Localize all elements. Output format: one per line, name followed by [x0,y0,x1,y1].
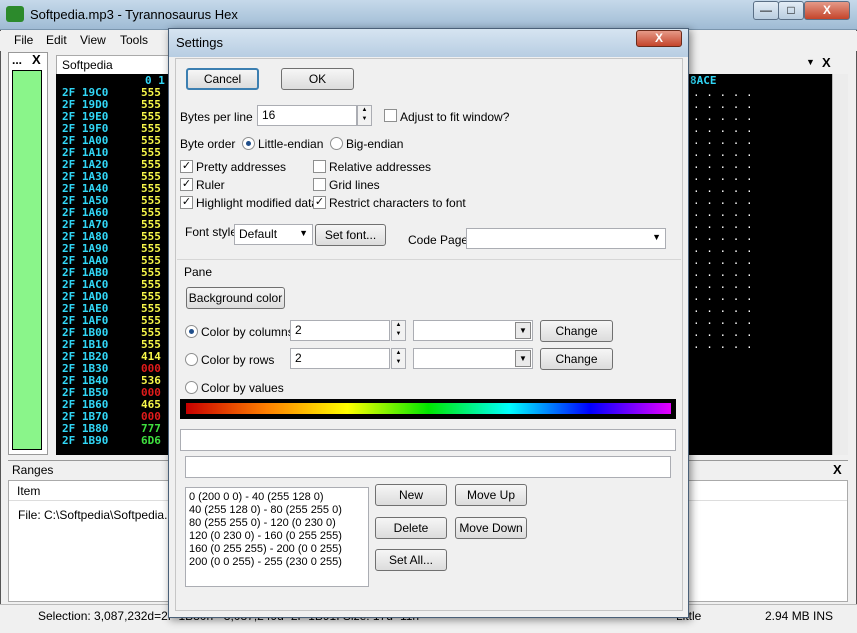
status-size: 2.94 MB INS [765,609,834,623]
app-icon [6,6,24,22]
restrict-chars-checkbox[interactable]: ✓ [313,196,326,209]
hex-bytes-column[interactable]: 555 555 555 555 555 555 555 555 555 555 555 555 555 5… [141,87,161,447]
dialog-title-bar[interactable] [169,29,688,57]
font-style-label: Font style [185,225,238,239]
background-color-button[interactable]: Background color [186,287,285,309]
move-down-button[interactable]: Move Down [455,517,527,539]
maximize-button[interactable]: □ [778,1,804,20]
color-by-values-label: Color by values [201,381,284,395]
value-bar-1[interactable] [180,429,676,451]
tab-close-icon[interactable]: X [822,55,831,70]
close-button[interactable]: X [804,1,850,20]
pretty-addresses-checkbox[interactable]: ✓ [180,160,193,173]
code-page-select[interactable]: ▼ [466,228,666,249]
color-gradient[interactable] [186,403,671,414]
pane-label: Pane [184,265,213,279]
chevron-down-icon: ▼ [515,322,531,339]
grid-lines-checkbox[interactable] [313,178,326,191]
window-title: Softpedia.mp3 - Tyrannosaurus Hex [30,7,238,22]
bytes-per-line-input[interactable]: 16 [257,105,357,126]
chevron-down-icon: ▼ [515,350,531,367]
ruler-label: Ruler [196,178,225,192]
color-ranges-list[interactable]: 0 (200 0 0) - 40 (255 128 0) 40 (255 128 … [185,487,369,587]
color-range-item[interactable]: 200 (0 0 255) - 255 (230 0 255) [189,556,365,569]
row-color-select[interactable]: ▼ [413,348,533,369]
address-row: 2F 1B90 [62,434,109,447]
dialog-close-button[interactable]: X [636,30,682,47]
color-by-rows-radio[interactable] [185,353,198,366]
adjust-checkbox[interactable] [384,109,397,122]
chevron-down-icon: ▼ [299,228,308,238]
ruler-checkbox[interactable]: ✓ [180,178,193,191]
adjust-label: Adjust to fit window? [400,110,510,124]
new-button[interactable]: New [375,484,447,506]
column-color-select[interactable]: ▼ [413,320,533,341]
value-bar-2[interactable] [185,456,671,478]
color-by-rows-input[interactable]: 2 [290,348,390,369]
menu-view[interactable]: View [80,33,106,47]
cancel-button[interactable]: Cancel [186,68,259,90]
ascii-row[interactable]: . . . . . [693,339,753,351]
big-endian-radio[interactable] [330,137,343,150]
color-by-columns-input[interactable]: 2 [290,320,390,341]
font-style-value: Default [239,227,278,241]
minimize-button[interactable]: — [753,1,779,20]
change-columns-button[interactable]: Change [540,320,613,342]
relative-addresses-checkbox[interactable] [313,160,326,173]
address-column: 2F 19C0 2F 19D0 2F 19E0 2F 19F0 2F 1A00 2F 1A… [62,87,108,447]
side-panel-close-icon[interactable]: X [32,52,41,67]
byte-order-label: Byte order [180,137,236,151]
menu-edit[interactable]: Edit [46,33,67,47]
ranges-row[interactable]: File: C:\Softpedia\Softpedia.m [18,508,177,522]
ranges-title: Ranges [12,463,54,477]
ok-button[interactable]: OK [281,68,354,90]
color-by-columns-label: Color by columns [201,325,294,339]
position-bar[interactable] [12,70,42,450]
color-by-columns-radio[interactable] [185,325,198,338]
color-range-item[interactable]: 120 (0 230 0) - 160 (0 255 255) [189,530,365,543]
color-by-rows-spinner[interactable]: ▲ ▼ [391,348,406,369]
set-font-button[interactable]: Set font... [315,224,386,246]
relative-addresses-label: Relative addresses [329,160,432,174]
little-endian-label: Little-endian [258,137,324,151]
divider [177,259,681,260]
font-style-select[interactable]: Default ▼ [234,224,313,245]
change-rows-button[interactable]: Change [540,348,613,370]
code-page-label: Code Page [408,233,469,247]
set-all-button[interactable]: Set All... [375,549,447,571]
big-endian-label: Big-endian [346,137,404,151]
move-up-button[interactable]: Move Up [455,484,527,506]
tab-menu-icon[interactable]: ▼ [806,57,815,67]
pretty-addresses-label: Pretty addresses [196,160,287,174]
highlight-modified-label: Highlight modified data [196,196,319,210]
color-by-rows-label: Color by rows [201,353,275,367]
dialog-title: Settings [176,35,223,50]
color-by-values-radio[interactable] [185,381,198,394]
highlight-modified-checkbox[interactable]: ✓ [180,196,193,209]
file-tab[interactable]: Softpedia beep.mp3 [56,55,170,86]
menu-tools[interactable]: Tools [120,33,148,47]
side-panel-label: ... [12,53,23,67]
little-endian-radio[interactable] [242,137,255,150]
color-by-columns-spinner[interactable]: ▲ ▼ [391,320,406,341]
color-range-item[interactable]: 80 (255 255 0) - 120 (0 230 0) [189,517,365,530]
delete-button[interactable]: Delete [375,517,447,539]
restrict-chars-label: Restrict characters to font [329,196,466,210]
color-range-item[interactable]: 160 (0 255 255) - 200 (0 0 255) [189,543,365,556]
bytes-per-line-spinner[interactable]: ▲ ▼ [357,105,372,126]
hex-byte-row[interactable]: 6D6 [141,435,161,447]
chevron-down-icon: ▼ [652,232,661,242]
ranges-close-icon[interactable]: X [833,462,842,477]
hex-scrollbar[interactable] [832,74,848,455]
color-range-item[interactable]: 0 (200 0 0) - 40 (255 128 0) [189,491,365,504]
menu-file[interactable]: File [14,33,33,47]
ascii-column[interactable]: . . . . .. . . . .. . . . .. . . . .. . … [693,87,753,351]
grid-lines-label: Grid lines [329,178,380,192]
bytes-per-line-label: Bytes per line [180,110,253,124]
color-range-item[interactable]: 40 (255 128 0) - 80 (255 255 0) [189,504,365,517]
